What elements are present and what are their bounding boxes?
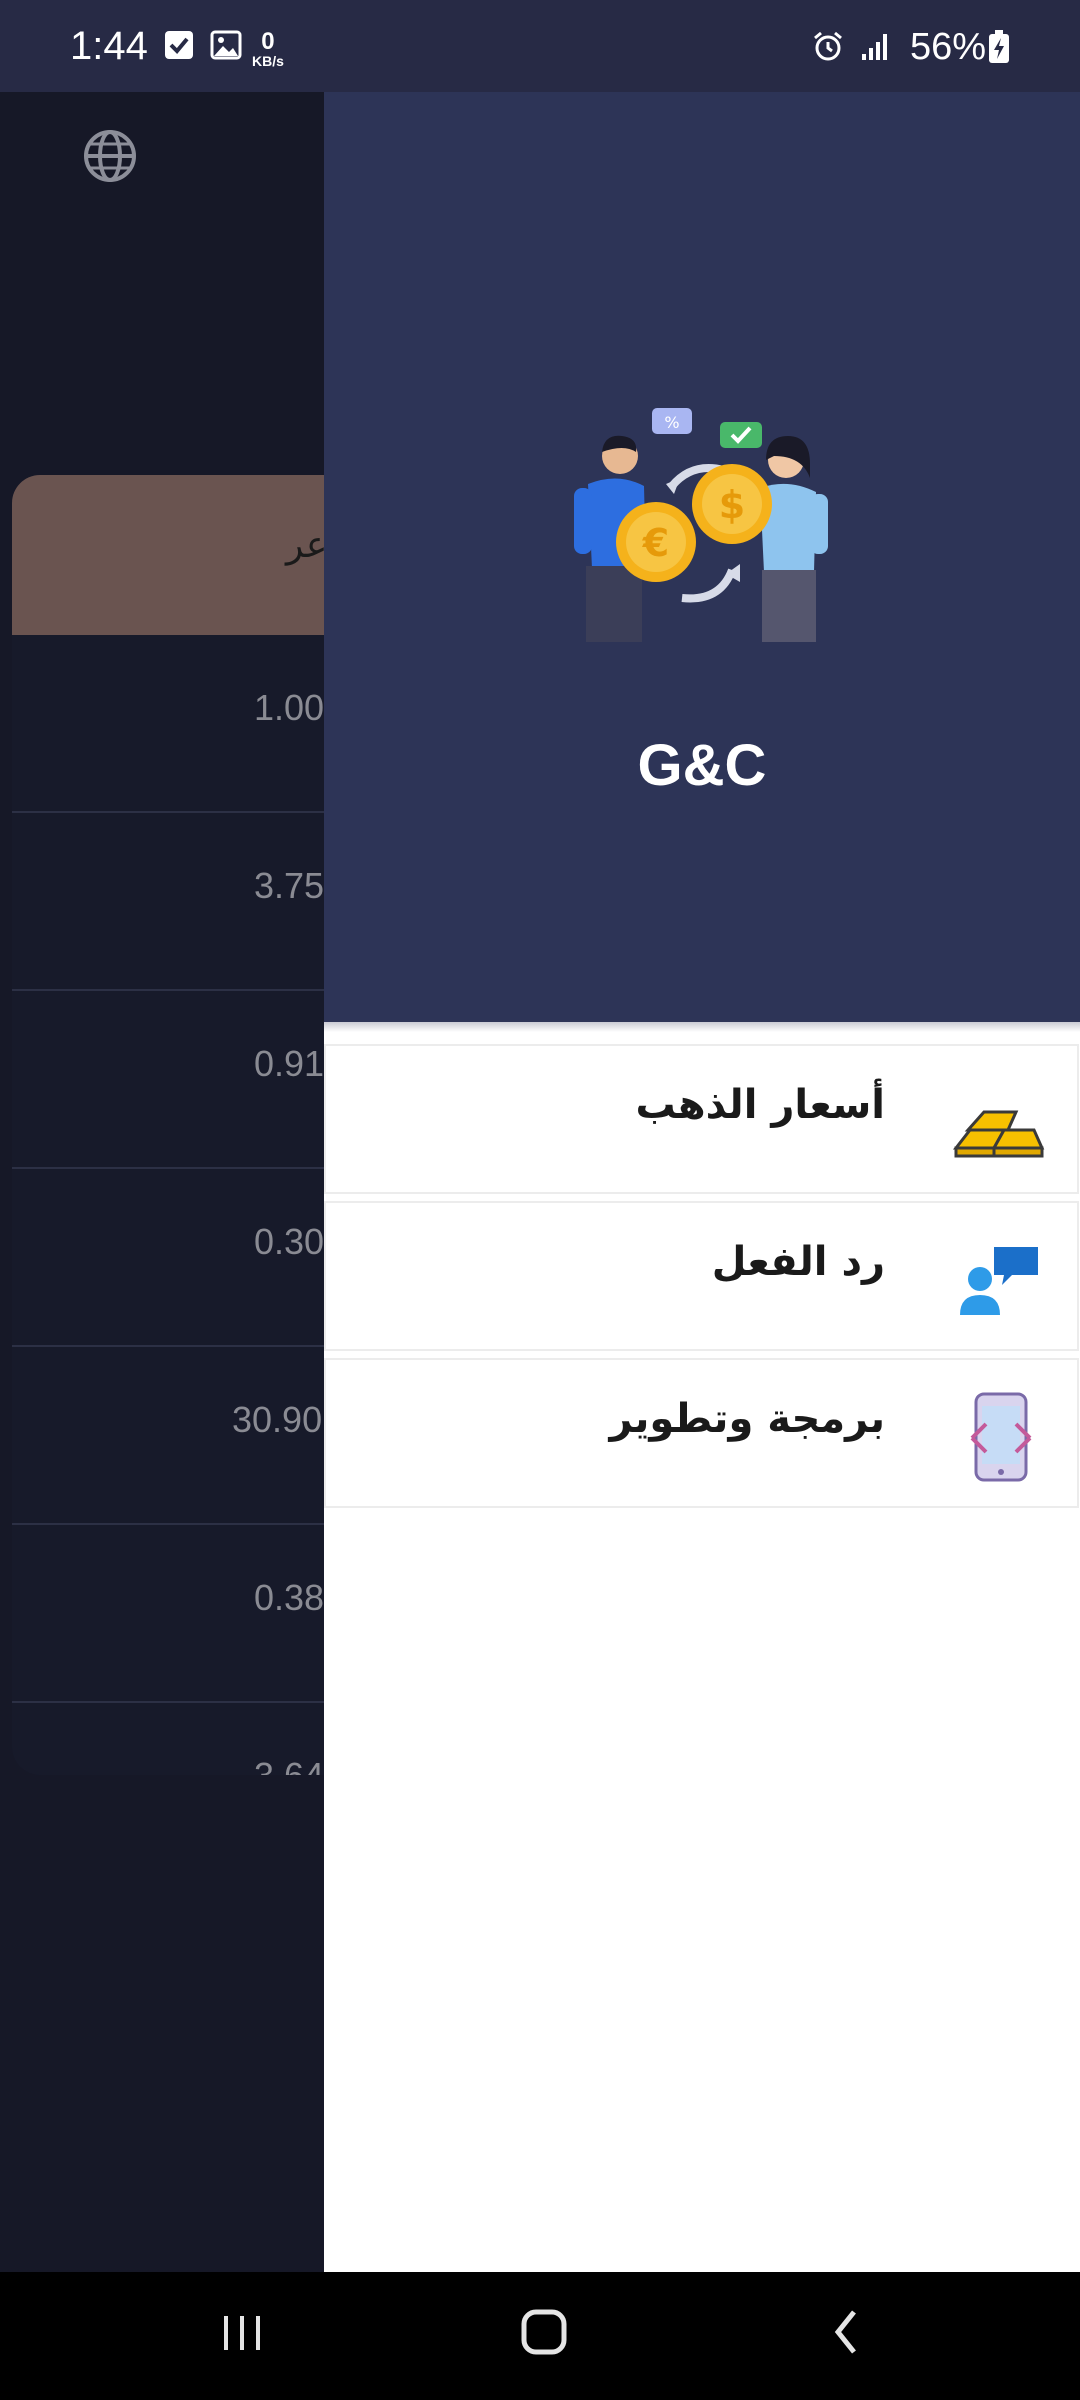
currency-exchange-illustration: % € $	[574, 408, 828, 642]
home-button[interactable]	[514, 2302, 574, 2362]
back-button[interactable]	[826, 2302, 866, 2362]
battery-percent: 56%	[910, 26, 987, 68]
checkbox-notification-icon	[165, 31, 193, 59]
battery-charging-icon	[989, 30, 1009, 63]
menu-item-feedback[interactable]: رد الفعل	[324, 1201, 1079, 1351]
recent-apps-button[interactable]	[218, 2302, 266, 2362]
app-title: G&C	[637, 733, 767, 798]
feedback-icon	[960, 1247, 1038, 1315]
rates-card-header-text: عر	[286, 525, 328, 566]
menu-item-label: رد الفعل	[711, 1239, 885, 1285]
rate-value: 0.38	[254, 1577, 325, 1618]
network-speed-value: 0	[261, 28, 275, 55]
svg-text:$: $	[719, 483, 745, 527]
rate-value: 1.00	[254, 687, 325, 728]
system-navigation-bar	[0, 2272, 1080, 2400]
menu-item-gold-prices[interactable]: أسعار الذهب	[324, 1044, 1079, 1194]
image-notification-icon	[210, 30, 242, 60]
gold-bars-icon	[952, 1110, 1045, 1158]
network-speed-unit: KB/s	[252, 53, 284, 69]
rate-value: 3.75	[254, 865, 325, 906]
language-globe-icon[interactable]	[82, 128, 138, 184]
phone-development-icon	[970, 1392, 1032, 1482]
menu-item-development[interactable]: برمجة وتطوير	[324, 1358, 1079, 1508]
menu-item-label: أسعار الذهب	[635, 1082, 885, 1128]
status-bar: 1:44 0 KB/s 56%	[0, 0, 1080, 92]
network-speed: 0 KB/s	[252, 28, 284, 69]
rate-value: 0.30	[254, 1221, 325, 1262]
navigation-drawer: % € $ G&C أسعار الذهب رد الفعل برمجة وتط…	[324, 92, 1080, 2272]
rate-value: 3.64	[254, 1755, 324, 1775]
svg-text:€: €	[642, 521, 669, 565]
alarm-icon	[814, 31, 842, 61]
svg-text:%: %	[664, 413, 679, 432]
status-time: 1:44	[70, 24, 148, 68]
drawer-header: % € $ G&C	[324, 92, 1080, 1022]
signal-icon	[862, 34, 887, 60]
menu-item-label: برمجة وتطوير	[609, 1396, 885, 1442]
rate-value: 30.90	[232, 1399, 323, 1440]
drawer-header-shadow	[324, 1022, 1080, 1032]
rate-value: 0.91	[254, 1043, 325, 1084]
